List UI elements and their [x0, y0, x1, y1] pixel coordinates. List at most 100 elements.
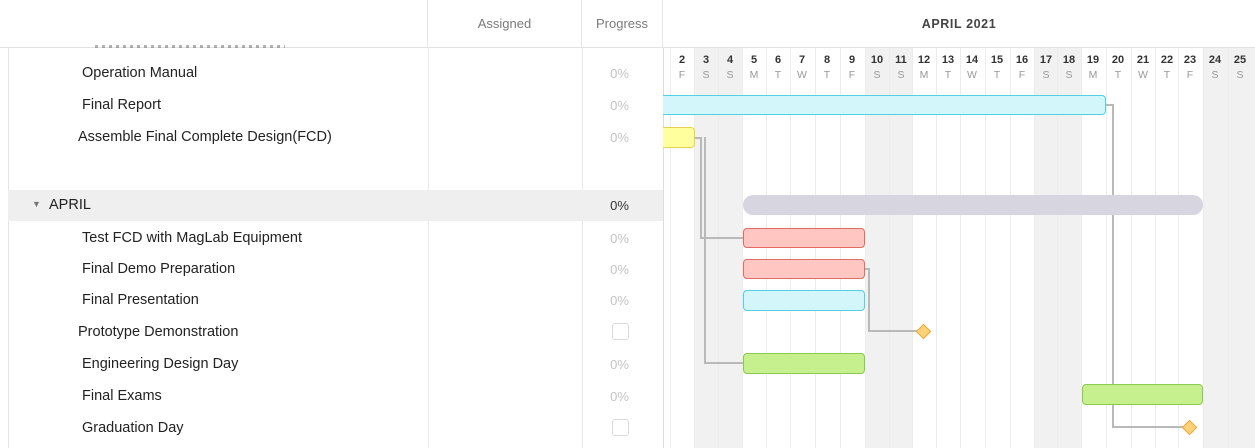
dependency-line: [704, 362, 743, 364]
day-letter: T: [823, 69, 831, 81]
dependency-line: [704, 137, 706, 364]
day-number: 15: [990, 54, 1004, 66]
task-name[interactable]: Final Presentation: [82, 292, 199, 308]
day-number: 22: [1160, 54, 1174, 66]
gantt-bar-test-fcd[interactable]: [743, 228, 865, 248]
dependency-line: [1112, 426, 1183, 428]
dependency-line: [700, 137, 702, 238]
day-letter: M: [1088, 69, 1098, 81]
gantt-bar-final-exams[interactable]: [1082, 384, 1203, 405]
day-number: 14: [965, 54, 979, 66]
gantt-bar-assemble-fcd[interactable]: [663, 127, 695, 148]
task-name[interactable]: Final Demo Preparation: [82, 261, 235, 277]
day-number: 7: [798, 54, 806, 66]
milestone-checkbox[interactable]: [612, 419, 629, 436]
day-letter: T: [774, 69, 782, 81]
progress-value: 0%: [610, 357, 629, 372]
day-number: 11: [895, 54, 907, 66]
month-header: APRIL 2021: [663, 0, 1255, 48]
column-divider: [428, 48, 429, 448]
progress-header[interactable]: Progress: [582, 0, 663, 48]
day-letter: F: [1186, 69, 1194, 81]
day-number: 3: [702, 54, 710, 66]
day-number: 18: [1062, 54, 1076, 66]
task-name-header: [0, 0, 428, 48]
day-number: 4: [726, 54, 734, 66]
grid-line: [1228, 48, 1229, 448]
day-number: 8: [823, 54, 831, 66]
progress-value: 0%: [610, 293, 629, 308]
day-letter: W: [967, 69, 977, 81]
day-letter: T: [1163, 69, 1171, 81]
task-name[interactable]: Assemble Final Complete Design(FCD): [78, 129, 332, 145]
progress-value: 0%: [610, 198, 629, 213]
day-letter: S: [897, 69, 905, 81]
progress-value: 0%: [610, 389, 629, 404]
day-letter: W: [797, 69, 807, 81]
day-number: 2: [678, 54, 686, 66]
day-letter: S: [1211, 69, 1219, 81]
progress-value: 0%: [610, 66, 629, 81]
task-name[interactable]: Operation Manual: [82, 65, 197, 81]
day-number: 21: [1136, 54, 1150, 66]
day-number: 24: [1208, 54, 1222, 66]
day-letter: S: [702, 69, 710, 81]
weekend-shade: [1203, 48, 1255, 448]
day-number: 16: [1015, 54, 1029, 66]
day-letter: S: [1065, 69, 1073, 81]
gantt-bar-engineering-design-day[interactable]: [743, 353, 865, 374]
collapse-caret-icon[interactable]: ▼: [32, 199, 41, 209]
day-number: 5: [750, 54, 758, 66]
gantt-bar-final-presentation[interactable]: [743, 290, 865, 311]
day-number: 20: [1111, 54, 1125, 66]
assigned-header[interactable]: Assigned: [428, 0, 582, 48]
gantt-bar-final-demo-prep[interactable]: [743, 259, 865, 279]
day-number: 9: [848, 54, 856, 66]
month-label: APRIL 2021: [921, 16, 997, 31]
progress-value: 0%: [610, 262, 629, 277]
milestone-diamond-icon[interactable]: [1181, 419, 1198, 436]
dependency-line: [700, 237, 743, 239]
day-number: 13: [941, 54, 955, 66]
scrolled-row-remnant: [95, 45, 285, 48]
assigned-header-label: Assigned: [477, 16, 532, 31]
progress-value: 0%: [610, 98, 629, 113]
gantt-bar-group-april[interactable]: [743, 195, 1203, 215]
task-name[interactable]: Graduation Day: [82, 420, 184, 436]
grid-line: [1203, 48, 1204, 448]
day-letter: W: [1138, 69, 1148, 81]
day-number: 17: [1039, 54, 1053, 66]
dependency-line: [868, 268, 870, 331]
milestone-checkbox[interactable]: [612, 323, 629, 340]
day-number: 25: [1233, 54, 1247, 66]
day-letter: S: [726, 69, 734, 81]
task-name[interactable]: Engineering Design Day: [82, 356, 238, 372]
gantt-bar-final-report[interactable]: [663, 95, 1106, 115]
day-letter: S: [1236, 69, 1244, 81]
day-number: 19: [1086, 54, 1100, 66]
table-left-border: [8, 48, 9, 448]
task-name[interactable]: Prototype Demonstration: [78, 324, 238, 340]
day-letter: S: [873, 69, 881, 81]
day-letter: M: [749, 69, 759, 81]
day-letter: F: [848, 69, 856, 81]
day-number: 12: [917, 54, 931, 66]
task-name[interactable]: Final Report: [82, 97, 161, 113]
dependency-line: [1112, 104, 1114, 428]
day-letter: T: [944, 69, 952, 81]
progress-value: 0%: [610, 130, 629, 145]
day-letter: T: [1114, 69, 1122, 81]
milestone-diamond-icon[interactable]: [915, 323, 932, 340]
day-letter: F: [678, 69, 686, 81]
group-row-april[interactable]: [8, 190, 663, 221]
day-number: 6: [774, 54, 782, 66]
group-name[interactable]: APRIL: [49, 197, 91, 213]
task-name[interactable]: Final Exams: [82, 388, 162, 404]
progress-value: 0%: [610, 231, 629, 246]
day-letter: S: [1042, 69, 1050, 81]
day-number: 23: [1183, 54, 1197, 66]
dependency-line: [868, 330, 918, 332]
day-letter: T: [993, 69, 1001, 81]
day-letter: M: [919, 69, 929, 81]
task-name[interactable]: Test FCD with MagLab Equipment: [82, 230, 302, 246]
